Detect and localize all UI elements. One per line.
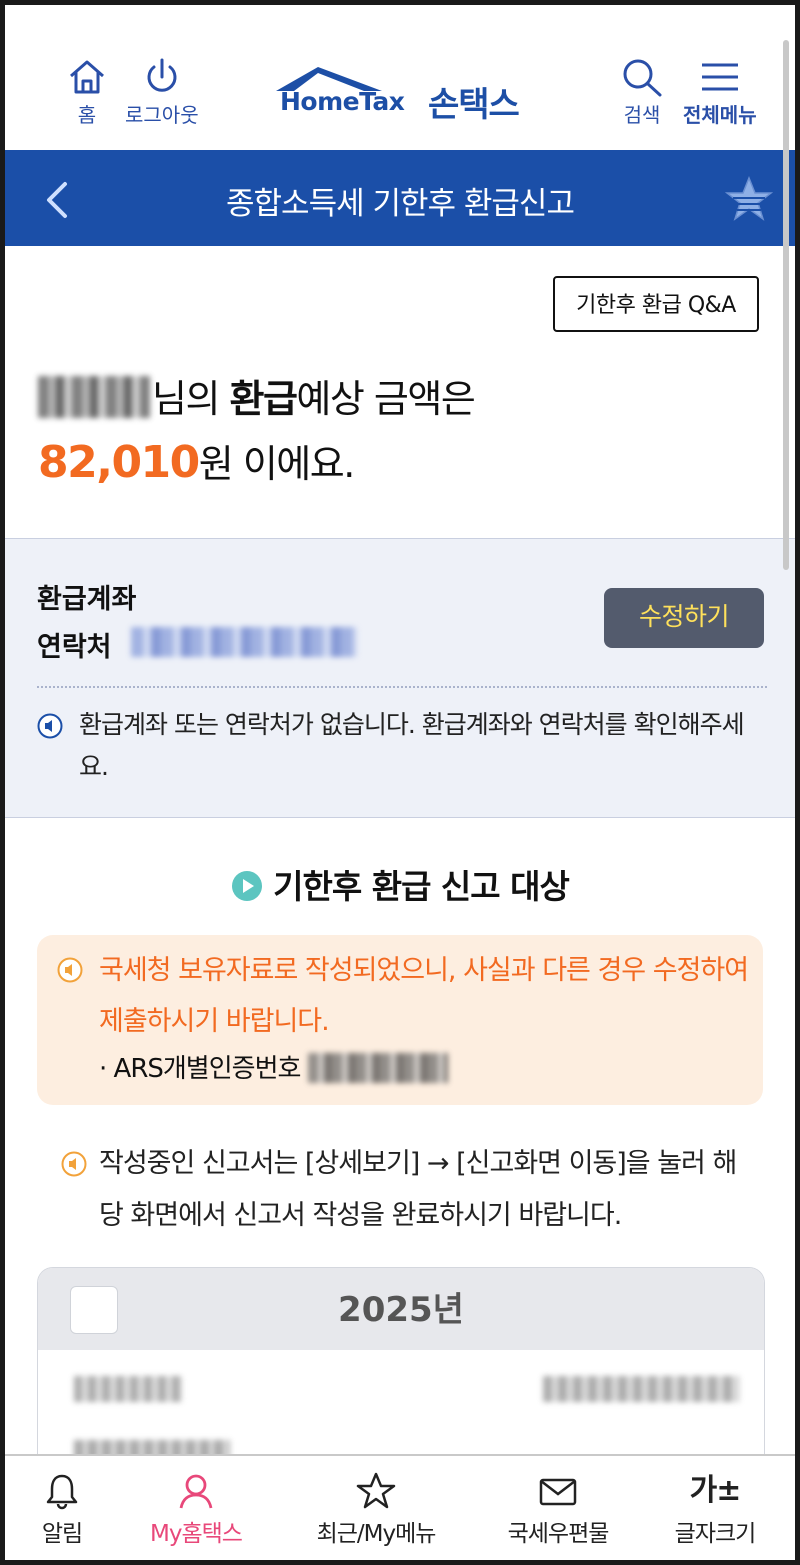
account-section: 환급계좌 연락처 수정하기 환급계좌 또는 연락처가 없습니다. 환급계좌와 연… bbox=[5, 538, 795, 818]
logo-text: HomeTax bbox=[280, 87, 405, 116]
masked-field bbox=[74, 1376, 182, 1402]
nav-alarm-label: 알림 bbox=[41, 1521, 83, 1547]
masked-field bbox=[543, 1376, 739, 1402]
card-header: 2025년 bbox=[38, 1268, 764, 1350]
bell-icon bbox=[46, 1474, 78, 1510]
nav-recent-menu-label: 최근/My메뉴 bbox=[316, 1521, 437, 1547]
power-icon bbox=[147, 58, 177, 92]
star-outline-icon bbox=[356, 1472, 396, 1509]
refund-line1-a: 님의 bbox=[152, 377, 230, 421]
home-icon bbox=[70, 60, 104, 94]
draft-note: 작성중인 신고서는 [상세보기] → [신고화면 이동]을 눌러 해당 화면에서… bbox=[61, 1138, 751, 1242]
nav-font-size[interactable]: 가± 글자크기 bbox=[665, 1472, 765, 1548]
home-label: 홈 bbox=[77, 103, 97, 127]
scrollbar[interactable] bbox=[783, 40, 789, 570]
star-icon bbox=[724, 175, 774, 221]
refund-line2: 원 이에요. bbox=[198, 442, 356, 486]
nav-my-hometax-label: My홈택스 bbox=[150, 1521, 243, 1547]
speaker-icon bbox=[61, 1151, 87, 1177]
dotted-divider bbox=[37, 686, 767, 688]
section-title: 기한후 환급 신고 대상 bbox=[5, 860, 795, 908]
full-menu-button[interactable]: 전체메뉴 bbox=[683, 57, 757, 128]
warning-text: 국세청 보유자료로 작성되었으니, 사실과 다른 경우 수정하여 제출하시기 바… bbox=[99, 955, 749, 1037]
logout-button[interactable]: 로그아웃 bbox=[125, 57, 199, 128]
speaker-icon bbox=[57, 957, 83, 983]
nav-mail-label: 국세우편물 bbox=[507, 1521, 610, 1547]
qa-button[interactable]: 기한후 환급 Q&A bbox=[553, 276, 759, 332]
masked-ars-number bbox=[308, 1053, 449, 1083]
refund-amount: 82,010 bbox=[38, 437, 200, 488]
app-frame: 홈 로그아웃 HomeTax 손택스 검색 전체메뉴 종합소득세 기한후 환급신… bbox=[5, 5, 795, 1560]
refund-line1-bold: 환급 bbox=[229, 377, 298, 421]
title-bar: 종합소득세 기한후 환급신고 bbox=[5, 150, 795, 246]
masked-user-name bbox=[38, 376, 150, 418]
home-button[interactable]: 홈 bbox=[67, 57, 107, 128]
contact-label: 연락처 bbox=[37, 632, 112, 663]
account-label: 환급계좌 bbox=[37, 584, 137, 615]
account-notice-text: 환급계좌 또는 연락처가 없습니다. 환급계좌와 연락처를 확인해주세요. bbox=[79, 710, 745, 781]
logout-label: 로그아웃 bbox=[125, 103, 199, 127]
user-icon bbox=[179, 1474, 213, 1509]
ars-label: · ARS개별인증번호 bbox=[99, 1054, 301, 1084]
speaker-icon bbox=[37, 713, 63, 739]
logo-korean: 손택스 bbox=[428, 85, 520, 125]
search-label: 검색 bbox=[623, 103, 661, 127]
nav-alarm[interactable]: 알림 bbox=[27, 1472, 97, 1548]
nav-mail[interactable]: 국세우편물 bbox=[497, 1472, 619, 1548]
nav-my-hometax[interactable]: My홈택스 bbox=[140, 1472, 252, 1548]
ars-line: · ARS개별인증번호 bbox=[99, 1048, 449, 1085]
menu-label: 전체메뉴 bbox=[683, 103, 757, 127]
nav-font-size-label: 글자크기 bbox=[674, 1521, 757, 1547]
refund-line1-b: 예상 금액은 bbox=[296, 377, 475, 421]
card-year: 2025년 bbox=[338, 1290, 464, 1330]
warning-box: 국세청 보유자료로 작성되었으니, 사실과 다른 경우 수정하여 제출하시기 바… bbox=[37, 935, 763, 1105]
search-icon bbox=[623, 59, 662, 97]
font-size-icon: 가± bbox=[689, 1473, 742, 1508]
nav-recent-menu[interactable]: 최근/My메뉴 bbox=[305, 1472, 447, 1548]
refund-amount-text: 님의 환급예상 금액은 82,010원 이에요. bbox=[38, 367, 476, 496]
masked-phone bbox=[131, 627, 357, 657]
section-title-text: 기한후 환급 신고 대상 bbox=[273, 867, 570, 906]
play-icon bbox=[232, 871, 263, 901]
draft-note-text: 작성중인 신고서는 [상세보기] → [신고화면 이동]을 눌러 해당 화면에서… bbox=[99, 1148, 737, 1231]
search-button[interactable]: 검색 bbox=[620, 57, 664, 128]
edit-button[interactable]: 수정하기 bbox=[604, 588, 764, 648]
top-bar: 홈 로그아웃 HomeTax 손택스 검색 전체메뉴 bbox=[5, 5, 795, 150]
hometax-logo[interactable]: HomeTax 손택스 bbox=[270, 65, 540, 125]
mail-icon bbox=[539, 1478, 577, 1506]
bottom-nav: 알림 My홈택스 최근/My메뉴 국세우편물 가± 글자크기 bbox=[5, 1454, 795, 1560]
hamburger-icon bbox=[701, 63, 738, 91]
account-notice: 환급계좌 또는 연락처가 없습니다. 환급계좌와 연락처를 확인해주세요. bbox=[37, 704, 767, 788]
favorite-button[interactable] bbox=[724, 175, 774, 226]
page-title: 종합소득세 기한후 환급신고 bbox=[226, 186, 575, 222]
